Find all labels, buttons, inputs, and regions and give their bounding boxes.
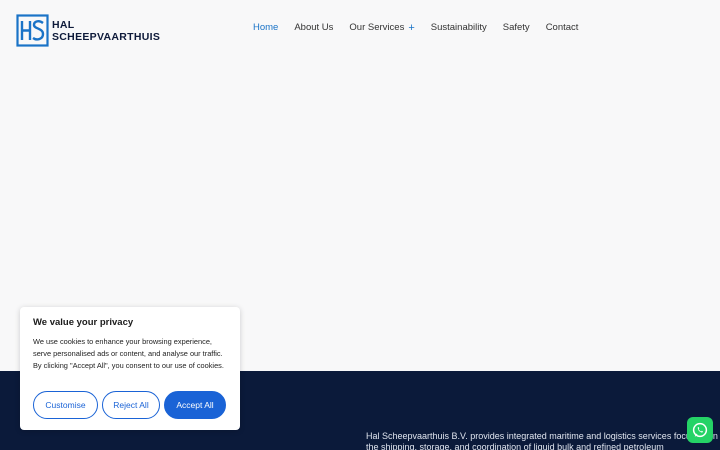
brand-line-1: HAL xyxy=(52,18,75,31)
nav-item-label: Sustainability xyxy=(430,22,487,33)
nav-item-label: Contact xyxy=(545,22,579,33)
nav-item-label: Home xyxy=(253,22,279,33)
site-logo[interactable]: HAL SCHEEPVAARTHUIS xyxy=(16,14,160,47)
reject-all-button[interactable]: Reject All xyxy=(102,391,160,419)
nav-item-home[interactable]: Home xyxy=(253,21,278,35)
brand-line-2: SCHEEPVAARTHUIS xyxy=(52,30,161,43)
footer-description: Hal Scheepvaarthuis B.V. provides integr… xyxy=(366,431,718,450)
whatsapp-button[interactable] xyxy=(687,417,713,443)
nav-item-our-services[interactable]: Our Services + xyxy=(349,21,414,35)
nav-item-contact[interactable]: Contact xyxy=(546,21,579,35)
customise-button[interactable]: Customise xyxy=(33,391,98,419)
plus-icon[interactable]: + xyxy=(408,21,414,35)
hs-monogram-icon xyxy=(16,14,49,47)
nav-item-safety[interactable]: Safety xyxy=(503,21,530,35)
site-header: HAL SCHEEPVAARTHUIS Home About Us Our Se… xyxy=(0,0,720,60)
nav-item-label: Our Services xyxy=(349,22,405,33)
whatsapp-icon xyxy=(692,422,708,438)
cookie-title: We value your privacy xyxy=(33,317,134,328)
cookie-banner: We value your privacy We use cookies to … xyxy=(20,307,240,430)
nav-item-label: About Us xyxy=(294,22,334,33)
cookie-body: We use cookies to enhance your browsing … xyxy=(33,337,224,370)
nav-item-about-us[interactable]: About Us xyxy=(294,21,333,35)
nav-item-sustainability[interactable]: Sustainability xyxy=(431,21,487,35)
nav-item-label: Safety xyxy=(502,22,530,33)
main-nav: Home About Us Our Services + Sustainabil… xyxy=(253,21,594,35)
brand-wordmark: HAL SCHEEPVAARTHUIS xyxy=(52,19,160,43)
accept-all-button[interactable]: Accept All xyxy=(164,391,226,419)
